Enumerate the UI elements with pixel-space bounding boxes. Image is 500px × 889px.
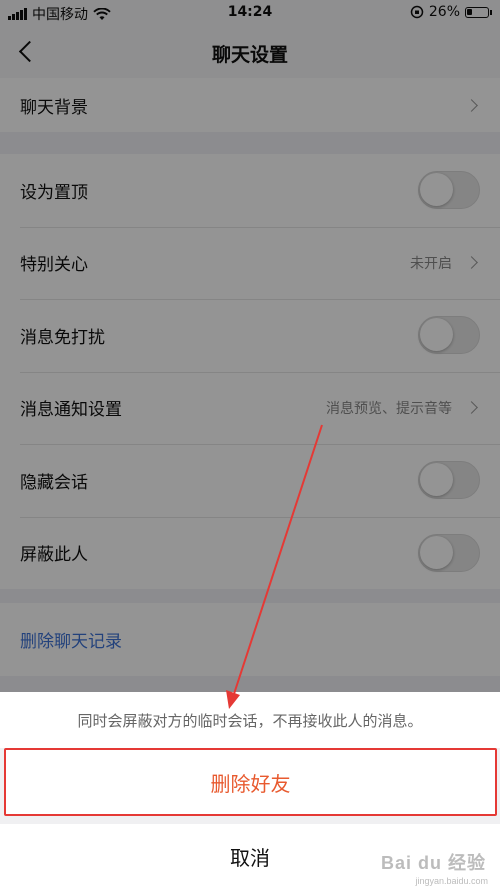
action-sheet-description: 同时会屏蔽对方的临时会话，不再接收此人的消息。 <box>0 692 500 748</box>
baidu-watermark-url: jingyan.baidu.com <box>415 876 488 886</box>
baidu-watermark-logo: Bai du 经验 <box>380 853 486 873</box>
delete-friend-button[interactable]: 删除好友 <box>4 748 497 816</box>
